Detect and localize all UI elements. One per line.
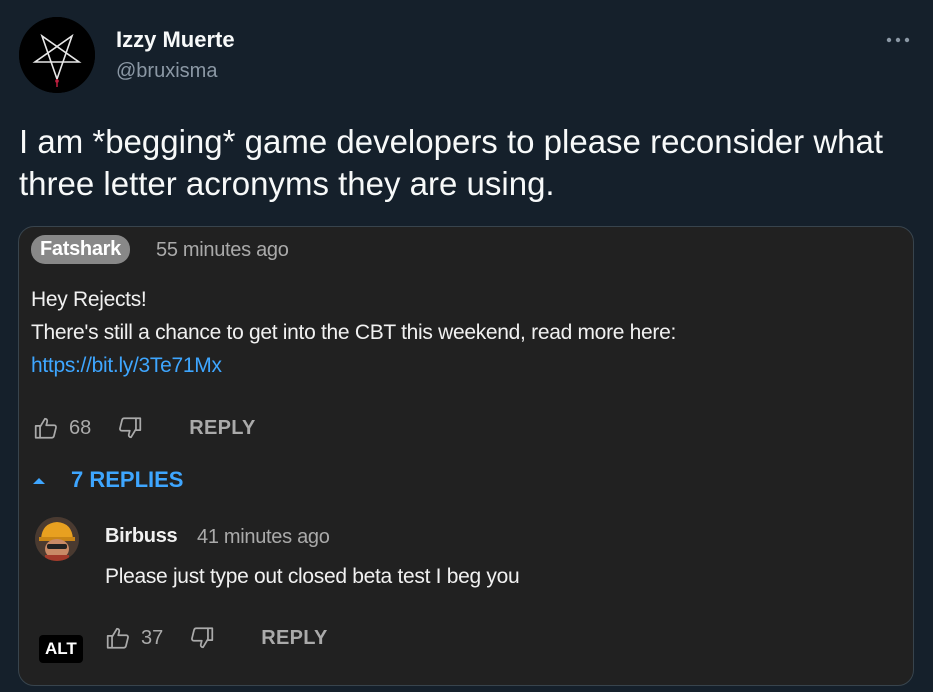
reply-avatar	[35, 517, 79, 561]
view-replies-toggle: 7 REPLIES	[31, 467, 183, 493]
comment-link: https://bit.ly/3Te71Mx	[31, 354, 222, 377]
comment-body: Hey Rejects! There's still a chance to g…	[31, 283, 676, 382]
alt-text-badge[interactable]: ALT	[39, 635, 83, 663]
thumbs-down-icon	[117, 415, 143, 441]
reply-actions: 37 REPLY	[105, 623, 328, 653]
pentagram-icon	[19, 17, 95, 93]
reply-time: 41 minutes ago	[197, 526, 330, 548]
reply-text: Please just type out closed beta test I …	[105, 565, 520, 588]
caret-up-icon	[31, 467, 47, 493]
reply-author: Birbuss	[105, 525, 178, 547]
comment-line-1: Hey Rejects!	[31, 288, 147, 311]
comment-reply-label: REPLY	[189, 416, 256, 439]
reply-like-count: 37	[141, 626, 164, 649]
replies-count-label: 7 REPLIES	[71, 467, 184, 492]
comment-time: 55 minutes ago	[156, 239, 289, 261]
author-avatar[interactable]	[19, 17, 95, 93]
comment-author-chip: Fatshark	[31, 235, 130, 264]
author-display-name[interactable]: Izzy Muerte	[116, 27, 235, 53]
reply-reply-label: REPLY	[261, 626, 328, 649]
thumbs-up-icon	[33, 415, 59, 441]
tweet: Izzy Muerte @bruxisma I am *begging* gam…	[0, 0, 933, 692]
comment-actions: 68 REPLY	[33, 413, 256, 443]
author-handle[interactable]: @bruxisma	[116, 60, 217, 83]
tweet-text: I am *begging* game developers to please…	[19, 123, 884, 202]
comment-line-2: There's still a chance to get into the C…	[31, 321, 677, 344]
more-horizontal-icon[interactable]	[885, 30, 911, 50]
media-image[interactable]: Fatshark 55 minutes ago Hey Rejects! The…	[18, 226, 914, 686]
thumbs-up-icon	[105, 625, 131, 651]
thumbs-down-icon	[189, 625, 215, 651]
comment-like-count: 68	[69, 416, 92, 439]
